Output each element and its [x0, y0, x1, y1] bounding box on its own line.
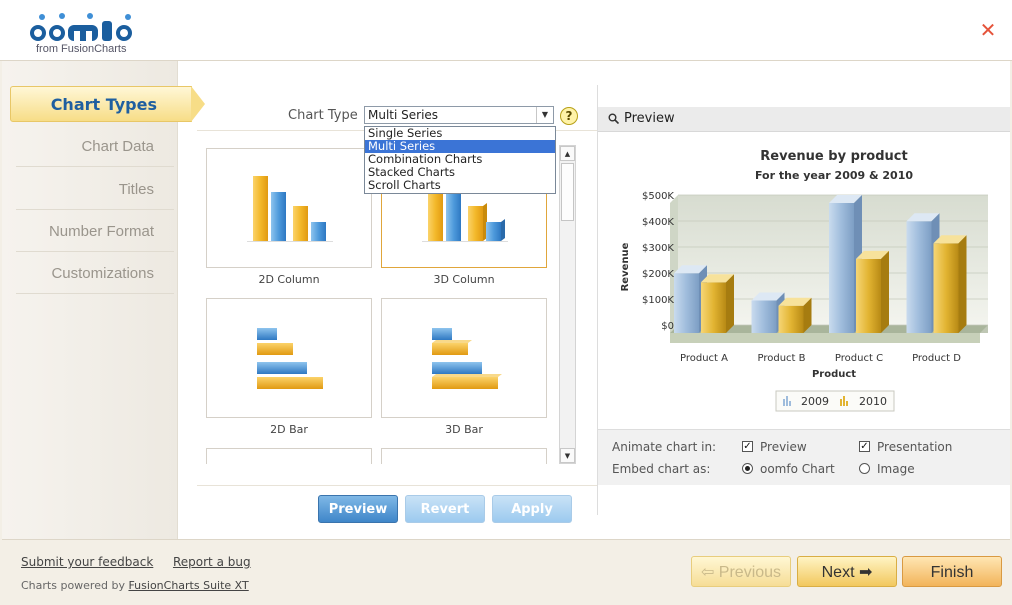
x-tick-label: Product D — [912, 353, 961, 364]
next-button[interactable]: Next ➡ — [797, 556, 897, 587]
animate-presentation-label: Presentation — [877, 440, 953, 454]
y-tick-label: $500K — [642, 191, 674, 202]
thumb-2d-column[interactable] — [206, 148, 372, 268]
finish-button[interactable]: Finish — [902, 556, 1002, 587]
preview-title: Preview — [624, 111, 675, 126]
logo-caption: from FusionCharts — [36, 43, 127, 55]
divider — [197, 485, 597, 486]
y-tick-label: $200K — [642, 269, 674, 280]
preview-panel: Preview Revenue by product For the year … — [597, 85, 1010, 515]
active-arrow — [191, 86, 205, 122]
animate-preview-label: Preview — [760, 440, 807, 454]
x-tick-label: Product A — [680, 353, 728, 364]
chart-title: Revenue by product — [760, 149, 907, 164]
thumb-partial[interactable] — [206, 448, 372, 464]
thumb-partial[interactable] — [381, 448, 547, 464]
thumb-3d-bar[interactable] — [381, 298, 547, 418]
feedback-link[interactable]: Submit your feedback — [21, 555, 153, 569]
embed-image-radio[interactable] — [859, 463, 870, 474]
revert-button[interactable]: Revert — [405, 495, 485, 523]
chart-type-label: Chart Type — [288, 108, 358, 123]
sidebar-item-chart-types[interactable]: Chart Types — [10, 86, 205, 122]
animate-preview-checkbox[interactable]: ✓ — [742, 441, 753, 452]
previous-button[interactable]: ⇦ Previous — [691, 556, 791, 587]
sidebar-item-customizations[interactable]: Customizations — [16, 254, 174, 294]
y-tick-label: $100K — [642, 295, 674, 306]
sidebar-item-titles[interactable]: Titles — [16, 170, 174, 210]
scroll-down-icon[interactable]: ▼ — [560, 448, 575, 463]
legend-2010: 2010 — [859, 395, 887, 408]
sidebar-item-label: Number Format — [48, 223, 154, 240]
bar-2010-product-b — [778, 297, 812, 333]
chart-type-selected: Multi Series — [368, 108, 439, 122]
column-2d-icon — [247, 176, 333, 242]
y-tick-label: $400K — [642, 217, 674, 228]
sidebar-item-label: Titles — [118, 181, 154, 198]
chart-type-select[interactable]: Multi Series ▼ — [364, 106, 554, 124]
scroll-thumb[interactable] — [561, 163, 574, 221]
preview-button[interactable]: Preview — [318, 495, 398, 523]
thumb-label: 2D Column — [258, 273, 320, 286]
apply-button[interactable]: Apply — [492, 495, 572, 523]
chevron-down-icon[interactable]: ▼ — [536, 107, 553, 123]
thumb-2d-bar[interactable] — [206, 298, 372, 418]
sidebar-item-label: Chart Types — [50, 95, 157, 114]
revenue-chart: Revenue by product For the year 2009 & 2… — [620, 149, 988, 412]
main-panel: Chart Types Chart Data Titles Number For… — [2, 61, 1010, 540]
thumb-label: 2D Bar — [270, 423, 308, 436]
legend-2009: 2009 — [801, 395, 829, 408]
x-axis-label: Product — [812, 369, 856, 380]
fusioncharts-link[interactable]: FusionCharts Suite XT — [128, 579, 248, 592]
report-bug-link[interactable]: Report a bug — [173, 555, 251, 569]
thumb-label: 3D Column — [433, 273, 495, 286]
gallery-scrollbar[interactable]: ▲ ▼ — [559, 145, 576, 464]
animate-presentation-checkbox[interactable]: ✓ — [859, 441, 870, 452]
close-icon[interactable]: ✕ — [979, 20, 997, 40]
bar-2010-product-c — [856, 250, 889, 333]
help-icon[interactable]: ? — [560, 107, 578, 125]
preview-header: Preview — [598, 107, 1010, 132]
footer-links: Submit your feedback Report a bug — [21, 555, 251, 569]
sidebar-item-label: Chart Data — [81, 138, 154, 155]
powered-prefix: Charts powered by — [21, 579, 129, 592]
bar-2010-product-d — [933, 235, 967, 333]
y-tick-label: $0 — [661, 321, 674, 332]
sidebar: Chart Types Chart Data Titles Number For… — [2, 61, 205, 539]
preview-options: Animate chart in: ✓ Preview ✓ Presentati… — [598, 429, 1010, 485]
x-axis-labels: Product A Product B Product C Product D — [680, 353, 961, 364]
sidebar-item-number-format[interactable]: Number Format — [16, 212, 174, 252]
dropdown-option-scroll[interactable]: Scroll Charts — [365, 179, 555, 192]
scroll-up-icon[interactable]: ▲ — [560, 146, 575, 161]
magnifier-icon — [608, 113, 619, 124]
animate-label: Animate chart in: — [612, 440, 717, 454]
bar-3d-icon — [432, 328, 502, 389]
x-tick-label: Product C — [835, 353, 883, 364]
sidebar-item-chart-data[interactable]: Chart Data — [16, 127, 174, 167]
y-tick-label: $300K — [642, 243, 674, 254]
x-tick-label: Product B — [757, 353, 805, 364]
thumb-label: 3D Bar — [445, 423, 483, 436]
chart-type-dropdown: Single Series Multi Series Combination C… — [364, 126, 556, 194]
embed-label: Embed chart as: — [612, 462, 711, 476]
chart-subtitle: For the year 2009 & 2010 — [755, 169, 913, 182]
embed-oomfo-radio[interactable] — [742, 463, 753, 474]
bar-2010-product-a — [701, 274, 734, 333]
powered-by: Charts powered by FusionCharts Suite XT — [21, 579, 249, 592]
chart-legend: 2009 2010 — [775, 390, 895, 412]
embed-oomfo-label: oomfo Chart — [760, 462, 835, 476]
bar-2d-icon — [257, 328, 323, 389]
embed-image-label: Image — [877, 462, 915, 476]
header: from FusionCharts ✕ — [0, 0, 1012, 61]
sidebar-item-label: Customizations — [51, 265, 154, 282]
y-axis-label: Revenue — [620, 242, 631, 291]
